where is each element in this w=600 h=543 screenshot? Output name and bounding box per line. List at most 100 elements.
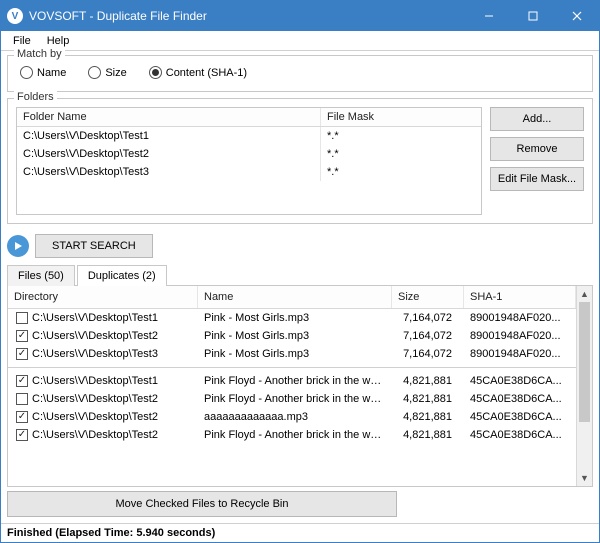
folders-body: C:\Users\V\Desktop\Test1*.*C:\Users\V\De…: [17, 127, 481, 181]
scroll-thumb[interactable]: [579, 302, 590, 422]
move-to-recycle-button[interactable]: Move Checked Files to Recycle Bin: [7, 491, 397, 517]
scroll-down-icon[interactable]: ▼: [577, 470, 592, 486]
table-row[interactable]: C:\Users\V\Desktop\Test2 Pink - Most Girl…: [8, 327, 576, 345]
scroll-up-icon[interactable]: ▲: [577, 286, 592, 302]
row-name: Pink Floyd - Another brick in the wall -…: [198, 373, 392, 389]
row-directory: C:\Users\V\Desktop\Test2: [32, 429, 158, 441]
row-checkbox[interactable]: [16, 312, 28, 324]
folder-mask: *.*: [321, 127, 481, 145]
menu-help[interactable]: Help: [39, 33, 78, 49]
app-icon: V: [7, 8, 23, 24]
radio-name[interactable]: Name: [20, 66, 66, 79]
folders-col-name[interactable]: Folder Name: [17, 108, 321, 126]
play-icon[interactable]: [7, 235, 29, 257]
folders-buttons: Add... Remove Edit File Mask...: [490, 107, 584, 215]
status-bar: Finished (Elapsed Time: 5.940 seconds): [1, 523, 599, 542]
row-size: 4,821,881: [392, 391, 464, 407]
radio-size[interactable]: Size: [88, 66, 126, 79]
row-size: 4,821,881: [392, 373, 464, 389]
table-row[interactable]: C:\Users\V\Desktop\Test2aaaaaaaaaaaaa.mp…: [8, 408, 576, 426]
group-divider: [8, 367, 576, 368]
row-sha1: 89001948AF020...: [464, 310, 576, 326]
radio-icon: [20, 66, 33, 79]
folders-group: Folders Folder Name File Mask C:\Users\V…: [7, 98, 593, 224]
row-directory: C:\Users\V\Desktop\Test3: [32, 348, 158, 360]
status-text: Finished (Elapsed Time: 5.940 seconds): [7, 527, 215, 539]
match-by-group: Match by Name Size Content (SHA-1): [7, 55, 593, 92]
results-panel: Directory Name Size SHA-1 C:\Users\V\Des…: [7, 286, 593, 487]
col-sha1[interactable]: SHA-1: [464, 286, 576, 308]
folders-table[interactable]: Folder Name File Mask C:\Users\V\Desktop…: [16, 107, 482, 215]
table-row[interactable]: C:\Users\V\Desktop\Test1 Pink - Most Girl…: [8, 309, 576, 327]
folder-mask: *.*: [321, 163, 481, 181]
folders-row[interactable]: C:\Users\V\Desktop\Test2*.*: [17, 145, 481, 163]
row-name: Pink Floyd - Another brick in the wall.m…: [198, 427, 392, 443]
table-row[interactable]: C:\Users\V\Desktop\Test2 Pink Floyd - Ano…: [8, 426, 576, 444]
row-sha1: 45CA0E38D6CA...: [464, 427, 576, 443]
results-table: Directory Name Size SHA-1 C:\Users\V\Des…: [8, 286, 576, 486]
row-size: 4,821,881: [392, 427, 464, 443]
edit-file-mask-button[interactable]: Edit File Mask...: [490, 167, 584, 191]
menubar: File Help: [1, 31, 599, 51]
row-checkbox[interactable]: [16, 429, 28, 441]
menu-file[interactable]: File: [5, 33, 39, 49]
bottom-actions: Move Checked Files to Recycle Bin: [7, 487, 593, 521]
results-scrollbar[interactable]: ▲ ▼: [576, 286, 592, 486]
row-checkbox[interactable]: [16, 330, 28, 342]
col-directory[interactable]: Directory: [8, 286, 198, 308]
folders-legend: Folders: [14, 91, 57, 103]
row-sha1: 89001948AF020...: [464, 328, 576, 344]
row-directory: C:\Users\V\Desktop\Test1: [32, 312, 158, 324]
table-row[interactable]: C:\Users\V\Desktop\Test2 Pink Floyd - Ano…: [8, 390, 576, 408]
folder-mask: *.*: [321, 145, 481, 163]
row-name: Pink - Most Girls.mp3: [198, 328, 392, 344]
titlebar: V VOVSOFT - Duplicate File Finder: [1, 1, 599, 31]
folder-path: C:\Users\V\Desktop\Test2: [17, 145, 321, 163]
radio-icon: [88, 66, 101, 79]
tab-duplicates[interactable]: Duplicates (2): [77, 265, 167, 286]
add-folder-button[interactable]: Add...: [490, 107, 584, 131]
row-sha1: 89001948AF020...: [464, 346, 576, 362]
radio-size-label: Size: [105, 67, 126, 79]
minimize-button[interactable]: [467, 1, 511, 31]
folder-path: C:\Users\V\Desktop\Test3: [17, 163, 321, 181]
row-size: 7,164,072: [392, 328, 464, 344]
folder-path: C:\Users\V\Desktop\Test1: [17, 127, 321, 145]
maximize-button[interactable]: [511, 1, 555, 31]
row-sha1: 45CA0E38D6CA...: [464, 373, 576, 389]
content-area: Match by Name Size Content (SHA-1) Folde…: [1, 51, 599, 523]
tab-files[interactable]: Files (50): [7, 265, 75, 286]
close-button[interactable]: [555, 1, 599, 31]
row-directory: C:\Users\V\Desktop\Test2: [32, 411, 158, 423]
folders-row[interactable]: C:\Users\V\Desktop\Test1*.*: [17, 127, 481, 145]
row-size: 4,821,881: [392, 409, 464, 425]
start-search-button[interactable]: START SEARCH: [35, 234, 153, 258]
result-tabs: Files (50) Duplicates (2): [7, 264, 593, 286]
row-checkbox[interactable]: [16, 348, 28, 360]
folders-col-mask[interactable]: File Mask: [321, 108, 481, 126]
radio-content[interactable]: Content (SHA-1): [149, 66, 247, 79]
row-name: Pink - Most Girls.mp3: [198, 310, 392, 326]
results-header: Directory Name Size SHA-1: [8, 286, 576, 309]
remove-folder-button[interactable]: Remove: [490, 137, 584, 161]
window-title: VOVSOFT - Duplicate File Finder: [29, 9, 467, 23]
row-name: Pink Floyd - Another brick in the wall.m…: [198, 391, 392, 407]
radio-content-label: Content (SHA-1): [166, 67, 247, 79]
row-sha1: 45CA0E38D6CA...: [464, 409, 576, 425]
radio-name-label: Name: [37, 67, 66, 79]
search-row: START SEARCH: [7, 234, 593, 258]
row-sha1: 45CA0E38D6CA...: [464, 391, 576, 407]
row-directory: C:\Users\V\Desktop\Test2: [32, 330, 158, 342]
table-row[interactable]: C:\Users\V\Desktop\Test3Pink - Most Girl…: [8, 345, 576, 363]
folders-row[interactable]: C:\Users\V\Desktop\Test3*.*: [17, 163, 481, 181]
table-row[interactable]: C:\Users\V\Desktop\Test1 Pink Floyd - Ano…: [8, 372, 576, 390]
results-body: C:\Users\V\Desktop\Test1 Pink - Most Girl…: [8, 309, 576, 444]
row-checkbox[interactable]: [16, 375, 28, 387]
row-checkbox[interactable]: [16, 411, 28, 423]
col-name[interactable]: Name: [198, 286, 392, 308]
row-directory: C:\Users\V\Desktop\Test1: [32, 375, 158, 387]
col-size[interactable]: Size: [392, 286, 464, 308]
match-by-legend: Match by: [14, 48, 65, 60]
row-checkbox[interactable]: [16, 393, 28, 405]
row-directory: C:\Users\V\Desktop\Test2: [32, 393, 158, 405]
